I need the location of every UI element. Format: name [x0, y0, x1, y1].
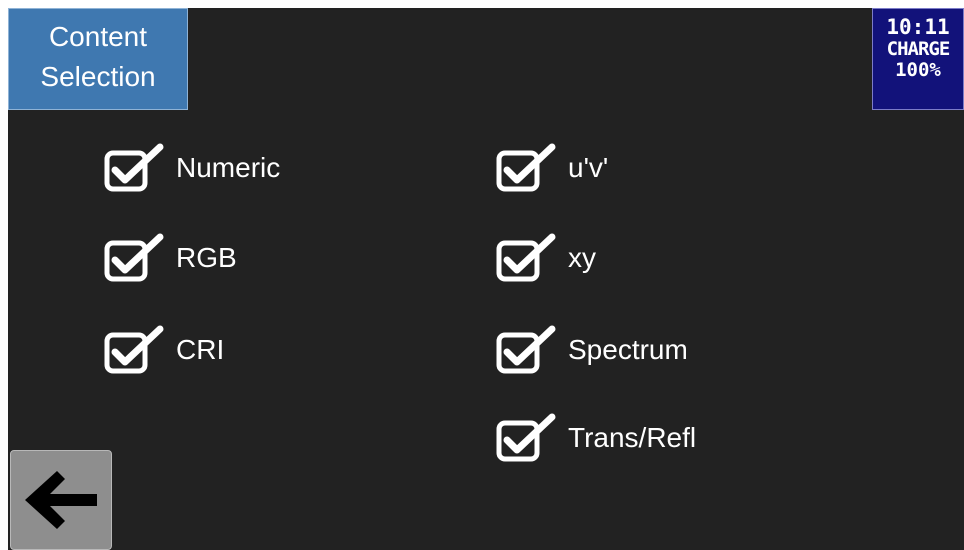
option-xy-label: xy [568, 242, 596, 273]
checkbox-checked-icon[interactable] [496, 324, 556, 376]
option-uv-label: u'v' [568, 152, 609, 183]
arrow-left-icon [25, 471, 97, 529]
option-trans-refl-label: Trans/Refl [568, 422, 697, 453]
option-cri-label: CRI [176, 334, 225, 365]
option-rgb[interactable]: RGB [104, 232, 237, 284]
option-uv[interactable]: u'v' [496, 142, 608, 194]
checkbox-checked-icon[interactable] [496, 142, 556, 194]
battery-status-label: CHARGE [886, 38, 951, 60]
page-title-line2: Selection [40, 61, 156, 92]
checkbox-checked-icon[interactable] [496, 232, 556, 284]
back-button[interactable] [10, 450, 112, 550]
checkbox-checked-icon[interactable] [104, 324, 164, 376]
checkbox-checked-icon[interactable] [104, 142, 164, 194]
option-spectrum-label: Spectrum [568, 334, 688, 365]
page-title-line1: Content [48, 21, 148, 52]
option-spectrum[interactable]: Spectrum [496, 324, 688, 376]
option-trans-refl[interactable]: Trans/Refl [496, 412, 696, 464]
option-numeric[interactable]: Numeric [104, 142, 280, 194]
page-title: Content Selection [8, 8, 188, 110]
option-cri[interactable]: CRI [104, 324, 224, 376]
option-numeric-label: Numeric [176, 152, 281, 183]
option-xy[interactable]: xy [496, 232, 596, 284]
clock-time: 10:11 [886, 15, 950, 39]
checkbox-checked-icon[interactable] [496, 412, 556, 464]
checkbox-checked-icon[interactable] [104, 232, 164, 284]
option-rgb-label: RGB [176, 242, 237, 273]
app-screen: Content Selection 10:11 CHARGE 100% Nume… [8, 8, 964, 550]
battery-percent: 100% [895, 59, 941, 81]
status-indicator: 10:11 CHARGE 100% [872, 8, 964, 110]
